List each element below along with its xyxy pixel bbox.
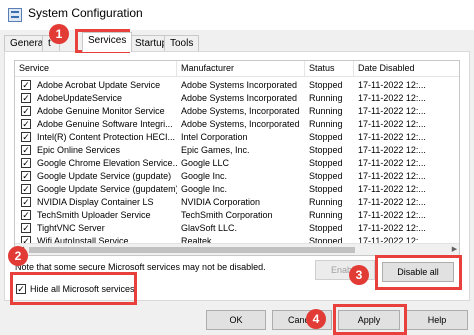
disable-all-button[interactable]: Disable all — [382, 262, 454, 282]
date-disabled-cell: 17-11-2022 12:... — [358, 93, 426, 103]
manufacturer-cell: Google Inc. — [181, 184, 228, 194]
status-cell: Stopped — [309, 184, 343, 194]
tab-tools[interactable]: Tools — [164, 35, 200, 51]
step-badge-1: 1 — [49, 24, 69, 44]
status-cell: Stopped — [309, 171, 343, 181]
service-checkbox[interactable]: ✓ — [21, 210, 31, 220]
date-disabled-cell: 17-11-2022 12:... — [358, 184, 426, 194]
date-disabled-cell: 17-11-2022 12:... — [358, 119, 426, 129]
manufacturer-cell: Adobe Systems, Incorporated — [181, 119, 300, 129]
table-row[interactable]: ✓ Adobe Acrobat Update Service Adobe Syste… — [15, 79, 455, 92]
status-cell: Running — [309, 119, 343, 129]
tab-services[interactable]: Services — [82, 32, 133, 52]
service-name-cell: Adobe Genuine Monitor Service — [37, 106, 165, 116]
service-checkbox[interactable]: ✓ — [21, 106, 31, 116]
table-row[interactable]: ✓ Google Update Service (gupdate) Google I… — [15, 170, 455, 183]
service-checkbox[interactable]: ✓ — [21, 93, 31, 103]
service-name-cell: TightVNC Server — [37, 223, 105, 233]
service-name-cell: Google Chrome Elevation Service... — [37, 158, 177, 168]
step-badge-4: 4 — [306, 309, 326, 329]
status-cell: Running — [309, 106, 343, 116]
manufacturer-cell: Adobe Systems Incorporated — [181, 93, 298, 103]
column-header-date-disabled[interactable]: Date Disabled — [354, 61, 459, 77]
manufacturer-cell: Google Inc. — [181, 171, 228, 181]
secure-services-note: Note that some secure Microsoft services… — [15, 262, 266, 272]
table-row[interactable]: ✓ TechSmith Uploader Service TechSmith Cor… — [15, 209, 455, 222]
status-cell: Stopped — [309, 132, 343, 142]
title-bar: System Configuration — [0, 0, 474, 30]
date-disabled-cell: 17-11-2022 12:... — [358, 223, 426, 233]
service-checkbox[interactable]: ✓ — [21, 119, 31, 129]
service-checkbox[interactable]: ✓ — [21, 197, 31, 207]
service-name-cell: AdobeUpdateService — [37, 93, 123, 103]
service-checkbox[interactable]: ✓ — [21, 223, 31, 233]
service-name-cell: TechSmith Uploader Service — [37, 210, 151, 220]
help-button[interactable]: Help — [406, 310, 468, 330]
services-table[interactable]: Service Manufacturer Status Date Disable… — [14, 60, 460, 256]
service-name-cell: NVIDIA Display Container LS — [37, 197, 154, 207]
service-name-cell: Adobe Acrobat Update Service — [37, 80, 161, 90]
system-configuration-icon — [8, 8, 22, 22]
date-disabled-cell: 17-11-2022 12:... — [358, 106, 426, 116]
manufacturer-cell: Adobe Systems, Incorporated — [181, 106, 300, 116]
service-checkbox[interactable]: ✓ — [21, 184, 31, 194]
step-badge-2: 2 — [8, 246, 28, 266]
service-checkbox[interactable]: ✓ — [21, 80, 31, 90]
manufacturer-cell: Adobe Systems Incorporated — [181, 80, 298, 90]
horizontal-scrollbar[interactable]: ◀ ▶ — [15, 243, 459, 255]
table-row[interactable]: ✓ TightVNC Server GlavSoft LLC. Stopped 17-1… — [15, 222, 455, 235]
status-cell: Running — [309, 210, 343, 220]
date-disabled-cell: 17-11-2022 12:... — [358, 171, 426, 181]
column-header-manufacturer[interactable]: Manufacturer — [177, 61, 305, 77]
service-name-cell: Google Update Service (gupdatem) — [37, 184, 177, 194]
apply-button[interactable]: Apply — [338, 310, 400, 330]
manufacturer-cell: GlavSoft LLC. — [181, 223, 238, 233]
table-header: Service Manufacturer Status Date Disable… — [15, 61, 459, 77]
service-name-cell: Epic Online Services — [37, 145, 121, 155]
status-cell: Running — [309, 93, 343, 103]
date-disabled-cell: 17-11-2022 12:... — [358, 158, 426, 168]
service-checkbox[interactable]: ✓ — [21, 171, 31, 181]
date-disabled-cell: 17-11-2022 12:... — [358, 197, 426, 207]
date-disabled-cell: 17-11-2022 12:... — [358, 145, 426, 155]
date-disabled-cell: 17-11-2022 12:... — [358, 80, 426, 90]
table-row[interactable]: ✓ Google Chrome Elevation Service... Googl… — [15, 157, 455, 170]
service-name-cell: Adobe Genuine Software Integri... — [37, 119, 173, 129]
column-header-service[interactable]: Service — [15, 61, 177, 77]
table-row[interactable]: ✓ NVIDIA Display Container LS NVIDIA Corpo… — [15, 196, 455, 209]
service-checkbox[interactable]: ✓ — [21, 132, 31, 142]
table-row[interactable]: ✓ AdobeUpdateService Adobe Systems Incorpo… — [15, 92, 455, 105]
scroll-right-icon[interactable]: ▶ — [448, 244, 459, 255]
manufacturer-cell: Intel Corporation — [181, 132, 248, 142]
manufacturer-cell: NVIDIA Corporation — [181, 197, 261, 207]
table-row[interactable]: ✓ Intel(R) Content Protection HECI... Inte… — [15, 131, 455, 144]
status-cell: Stopped — [309, 223, 343, 233]
manufacturer-cell: Google LLC — [181, 158, 230, 168]
window-title: System Configuration — [28, 6, 143, 20]
status-cell: Stopped — [309, 158, 343, 168]
date-disabled-cell: 17-11-2022 12:... — [358, 210, 426, 220]
ok-button[interactable]: OK — [206, 310, 266, 330]
status-cell: Stopped — [309, 145, 343, 155]
table-row[interactable]: ✓ Google Update Service (gupdatem) Google … — [15, 183, 455, 196]
step-badge-3: 3 — [349, 265, 369, 285]
status-cell: Stopped — [309, 80, 343, 90]
table-row[interactable]: ✓ Epic Online Services Epic Games, Inc. Sto… — [15, 144, 455, 157]
column-header-status[interactable]: Status — [305, 61, 354, 77]
service-name-cell: Google Update Service (gupdate) — [37, 171, 172, 181]
status-cell: Running — [309, 197, 343, 207]
hide-microsoft-services-label: Hide all Microsoft services — [30, 284, 135, 294]
date-disabled-cell: 17-11-2022 12:... — [358, 132, 426, 142]
table-row[interactable]: ✓ Adobe Genuine Software Integri... Adobe … — [15, 118, 455, 131]
service-checkbox[interactable]: ✓ — [21, 158, 31, 168]
manufacturer-cell: TechSmith Corporation — [181, 210, 273, 220]
scrollbar-thumb[interactable] — [29, 247, 355, 253]
manufacturer-cell: Epic Games, Inc. — [181, 145, 250, 155]
service-name-cell: Intel(R) Content Protection HECI... — [37, 132, 176, 142]
tab-strip: General t Services Startup Tools — [4, 31, 470, 52]
table-row[interactable]: ✓ Adobe Genuine Monitor Service Adobe Syst… — [15, 105, 455, 118]
service-checkbox[interactable]: ✓ — [21, 145, 31, 155]
hide-microsoft-services-check-icon[interactable]: ✓ — [16, 284, 26, 294]
